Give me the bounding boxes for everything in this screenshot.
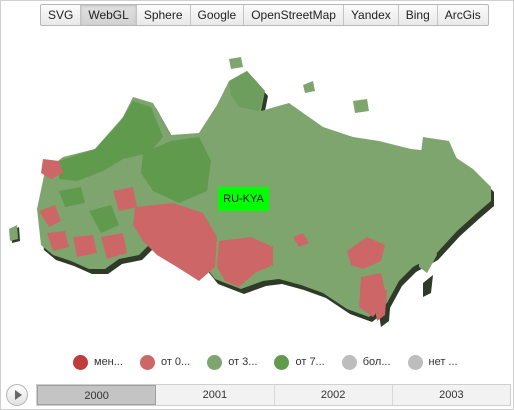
legend-label: бол...	[362, 356, 391, 368]
legend-swatch	[341, 354, 357, 370]
legend-label: нет ...	[428, 356, 458, 368]
region-kaliningrad[interactable]	[9, 225, 18, 241]
tab-yandex[interactable]: Yandex	[344, 5, 399, 25]
russia-3d-map[interactable]	[3, 41, 509, 331]
legend-label: от 7...	[295, 356, 325, 368]
timeline-year-2000[interactable]: 2000	[37, 385, 157, 405]
legend-item[interactable]: мен...	[73, 354, 123, 370]
play-icon	[14, 390, 22, 400]
legend-swatch	[407, 354, 423, 370]
map-provider-tabs: SVG WebGL Sphere Google OpenStreetMap Ya…	[40, 4, 489, 26]
timeline-year-2002[interactable]: 2002	[275, 385, 393, 405]
legend-item[interactable]: нет ...	[407, 354, 458, 370]
tab-openstreetmap[interactable]: OpenStreetMap	[244, 5, 344, 25]
tab-webgl[interactable]: WebGL	[81, 5, 137, 25]
tab-svg[interactable]: SVG	[41, 5, 82, 25]
timeline: 2000 2001 2002 2003	[6, 383, 511, 407]
legend-item[interactable]: от 7...	[274, 354, 325, 370]
legend-swatch	[139, 354, 155, 370]
legend-item[interactable]: бол...	[341, 354, 391, 370]
legend-swatch	[274, 354, 290, 370]
legend-label: мен...	[94, 356, 123, 368]
tab-arcgis[interactable]: ArcGis	[438, 5, 488, 25]
legend-swatch	[207, 354, 223, 370]
play-button[interactable]	[6, 384, 28, 406]
tab-sphere[interactable]: Sphere	[137, 5, 191, 25]
legend-label: от 0...	[160, 356, 191, 368]
map-canvas[interactable]: RU-KYA	[3, 41, 509, 331]
legend-item[interactable]: от 0...	[139, 354, 191, 370]
tab-google[interactable]: Google	[191, 5, 245, 25]
timeline-track[interactable]: 2000 2001 2002 2003	[36, 384, 511, 406]
map-widget-frame: SVG WebGL Sphere Google OpenStreetMap Ya…	[0, 0, 514, 410]
timeline-year-2003[interactable]: 2003	[393, 385, 510, 405]
region-west-4[interactable]	[73, 235, 97, 257]
legend-item[interactable]: от 3...	[207, 354, 258, 370]
selected-region-label[interactable]: RU-KYA	[218, 187, 269, 211]
map-legend: мен... от 0... от 3... от 7... бол... не…	[73, 353, 475, 371]
tab-bing[interactable]: Bing	[399, 5, 438, 25]
legend-label: от 3...	[228, 356, 258, 368]
legend-swatch	[73, 354, 88, 370]
timeline-year-2001[interactable]: 2001	[156, 385, 275, 405]
